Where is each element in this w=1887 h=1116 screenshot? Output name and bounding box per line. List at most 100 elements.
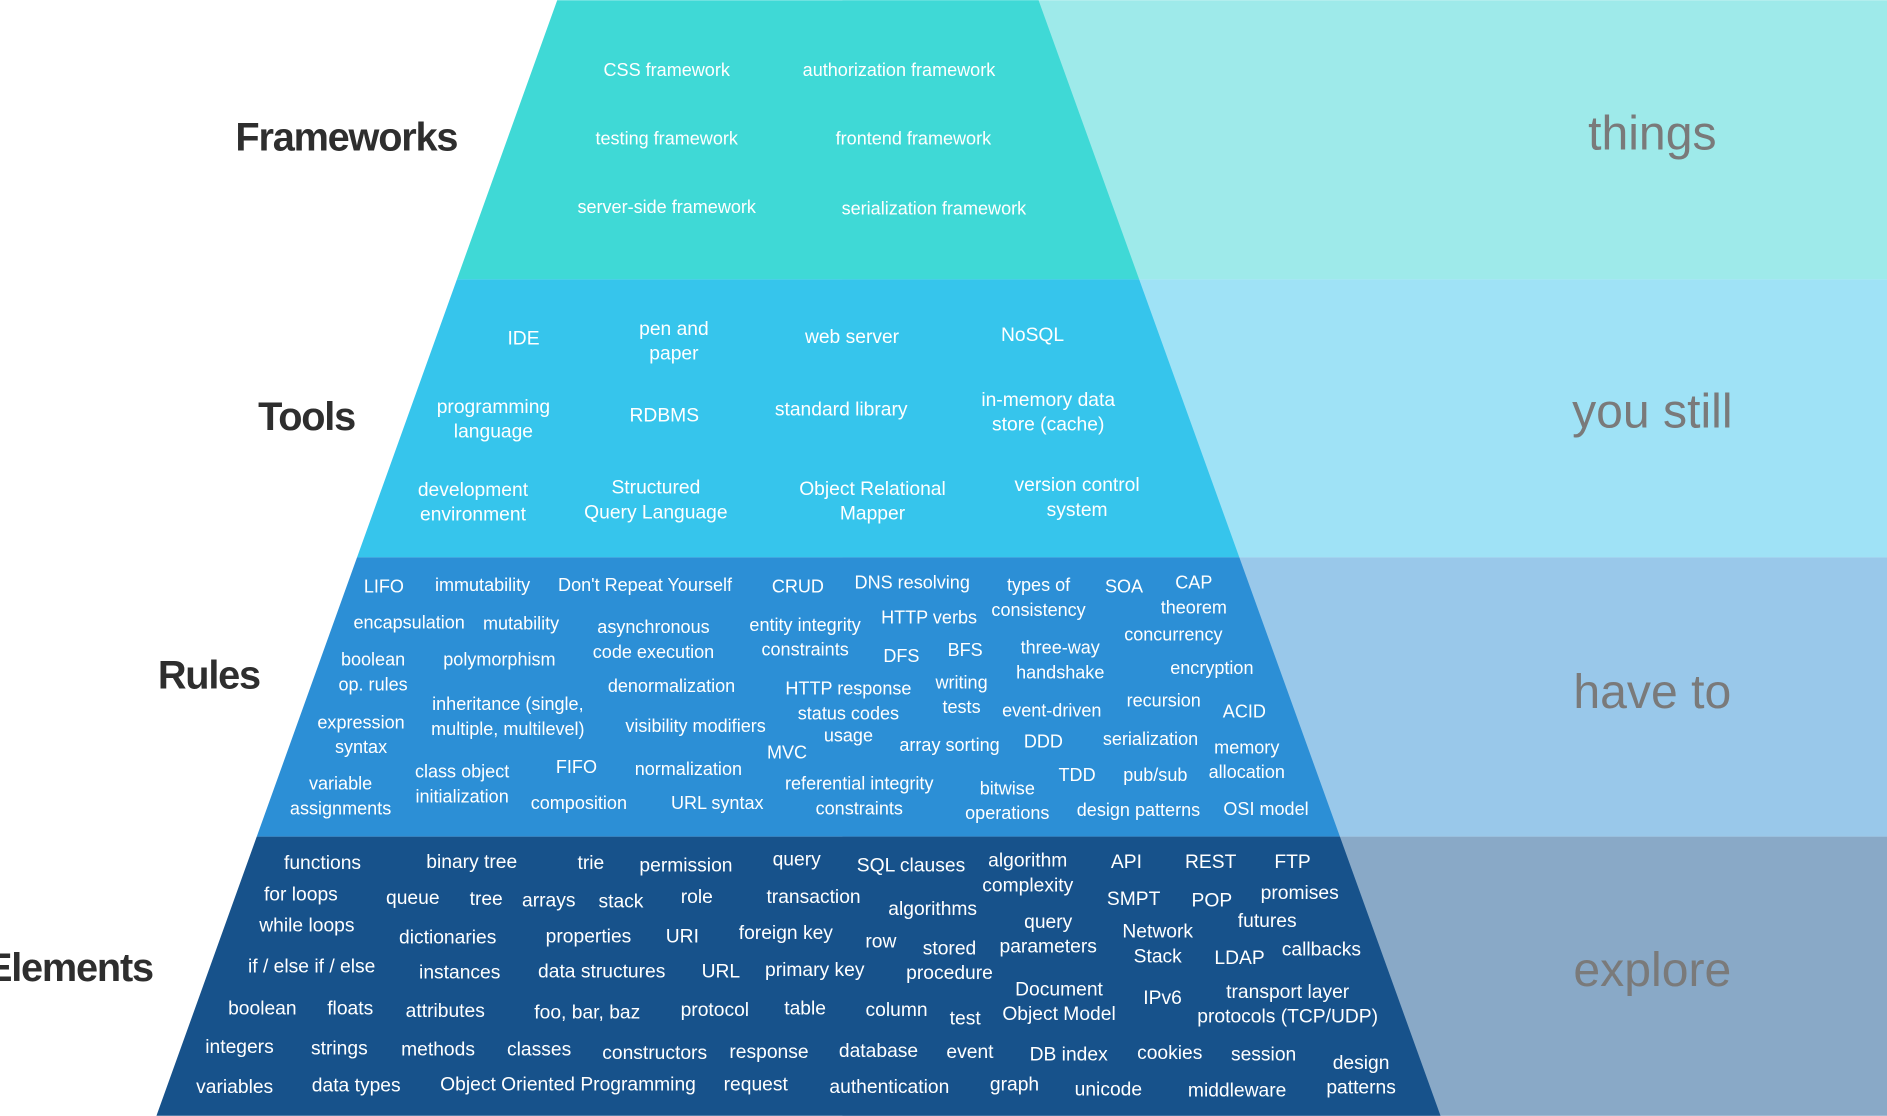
concept-label: DB index xyxy=(1030,1044,1108,1065)
tools-concept: standard library xyxy=(775,399,908,420)
concept-label: store (cache) xyxy=(992,414,1104,435)
rules-concept: visibility modifiers xyxy=(625,716,765,736)
concept-label: DDD xyxy=(1024,732,1063,752)
concept-label: test xyxy=(950,1008,982,1029)
concept-label: binary tree xyxy=(426,852,517,873)
rules-concept: SOA xyxy=(1105,576,1143,596)
concept-label: FTP xyxy=(1274,852,1310,873)
concept-label: queue xyxy=(386,888,440,909)
concept-label: role xyxy=(681,887,713,908)
rules-concept: encryption xyxy=(1170,658,1253,678)
elements-concept: callbacks xyxy=(1282,940,1361,961)
rules-concept: ACID xyxy=(1223,701,1266,721)
elements-concept: functions xyxy=(284,853,361,874)
elements-concept: while loops xyxy=(258,916,354,937)
rules-concept: denormalization xyxy=(608,676,735,696)
concept-label: instances xyxy=(419,963,500,984)
concept-label: DNS resolving xyxy=(855,573,970,593)
concept-label: cookies xyxy=(1137,1043,1202,1064)
concept-label: inheritance (single, xyxy=(432,694,583,714)
rules-concept: design patterns xyxy=(1077,800,1200,820)
concept-label: asynchronous xyxy=(597,617,709,637)
elements-concept: if / else if / else xyxy=(248,957,375,978)
concept-label: callbacks xyxy=(1282,940,1361,961)
elements-concept: LDAP xyxy=(1214,948,1264,969)
rules-tier-label: Rules xyxy=(158,654,260,698)
concept-label: assignments xyxy=(290,798,391,818)
concept-label: classes xyxy=(507,1040,571,1061)
concept-label: usage xyxy=(824,726,873,746)
concept-label: programming xyxy=(437,397,550,418)
tools-concept: RDBMS xyxy=(630,405,700,426)
concept-label: visibility modifiers xyxy=(625,716,765,736)
concept-label: trie xyxy=(578,853,605,874)
concept-label: NoSQL xyxy=(1001,325,1064,346)
elements-concept: futures xyxy=(1238,911,1297,932)
concept-label: request xyxy=(724,1075,789,1096)
concept-label: HTTP verbs xyxy=(881,608,977,628)
concept-label: DFS xyxy=(883,646,919,666)
elements-concept: instances xyxy=(419,963,500,984)
elements-concept: floats xyxy=(327,999,373,1020)
elements-concept: permission xyxy=(639,855,732,876)
concept-label: language xyxy=(454,422,533,443)
elements-concept: classes xyxy=(507,1040,571,1061)
elements-concept: unicode xyxy=(1075,1079,1142,1100)
concept-label: consistency xyxy=(991,600,1085,620)
concept-label: variables xyxy=(196,1077,273,1098)
concept-label: attributes xyxy=(406,1001,485,1022)
concept-label: URI xyxy=(666,927,699,948)
concept-label: handshake xyxy=(1016,662,1104,682)
concept-label: denormalization xyxy=(608,676,735,696)
rules-concept: Don't Repeat Yourself xyxy=(558,575,733,595)
concept-label: Don't Repeat Yourself xyxy=(558,575,733,595)
concept-label: stored xyxy=(923,939,977,960)
elements-concept: arrays xyxy=(522,890,575,911)
elements-concept: FTP xyxy=(1274,852,1310,873)
concept-label: Network xyxy=(1122,922,1193,943)
concept-label: memory xyxy=(1214,738,1279,758)
rules-concept: pub/sub xyxy=(1123,765,1187,785)
concept-label: if / else if / else xyxy=(248,957,375,978)
elements-concept: properties xyxy=(546,927,632,948)
concept-label: ACID xyxy=(1223,701,1266,721)
learning-pyramid-diagram: Frameworks things Tools you still Rules have … xyxy=(0,0,1887,1116)
frameworks-concept: authorization framework xyxy=(803,60,997,80)
concept-label: for loops xyxy=(264,884,338,905)
concept-label: dictionaries xyxy=(399,928,496,949)
concept-label: parameters xyxy=(1000,937,1097,958)
concept-label: CSS framework xyxy=(604,60,731,80)
concept-label: IDE xyxy=(507,328,539,349)
frameworks-tier-label: Frameworks xyxy=(235,116,457,160)
elements-concept: dictionaries xyxy=(399,928,496,949)
concept-label: primary key xyxy=(765,960,865,981)
elements-concept: integers xyxy=(205,1037,273,1058)
concept-label: Stack xyxy=(1134,946,1183,967)
concept-label: boolean xyxy=(228,999,297,1020)
rules-concept: DNS resolving xyxy=(855,573,970,593)
concept-label: mutability xyxy=(483,614,559,634)
concept-label: pub/sub xyxy=(1123,765,1187,785)
concept-label: referential integrity xyxy=(785,774,933,794)
concept-label: properties xyxy=(546,927,632,948)
concept-label: integers xyxy=(205,1037,273,1058)
concept-label: server-side framework xyxy=(577,197,756,217)
concept-label: initialization xyxy=(415,786,508,806)
concept-label: event xyxy=(946,1042,994,1063)
concept-label: graph xyxy=(990,1075,1039,1096)
concept-label: serialization xyxy=(1103,729,1198,749)
concept-label: Mapper xyxy=(840,503,906,524)
elements-concept: API xyxy=(1111,852,1142,873)
concept-label: tests xyxy=(942,697,980,717)
concept-label: table xyxy=(784,999,826,1020)
concept-label: transport layer xyxy=(1226,982,1350,1003)
elements-concept: trie xyxy=(578,853,605,874)
concept-label: in-memory data xyxy=(981,390,1115,411)
concept-label: futures xyxy=(1238,911,1297,932)
concept-label: response xyxy=(729,1042,808,1063)
concept-label: code execution xyxy=(593,642,714,662)
elements-concept: primary key xyxy=(765,960,865,981)
concept-label: floats xyxy=(327,999,373,1020)
elements-concept: column xyxy=(866,1000,928,1021)
rules-concept: serialization xyxy=(1103,729,1198,749)
